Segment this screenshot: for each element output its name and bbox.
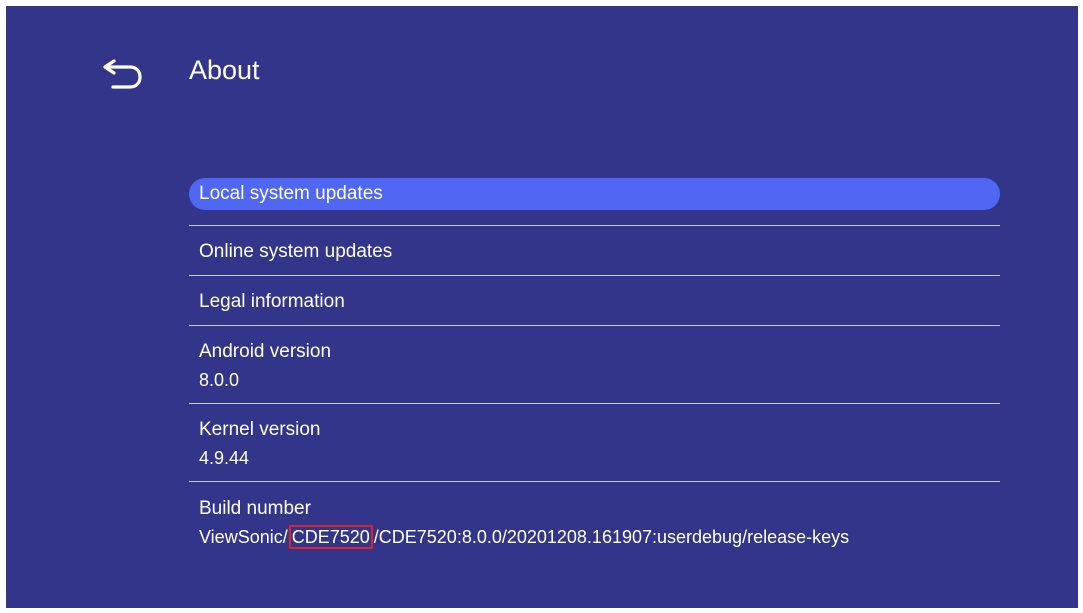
android-version-label: Android version	[199, 341, 332, 362]
android-version-item[interactable]: Android version 8.0.0	[189, 326, 1000, 404]
about-menu: Local system updates Online system updat…	[189, 178, 1000, 562]
legal-information-label: Legal information	[199, 291, 345, 312]
android-version-value: 8.0.0	[199, 370, 240, 390]
build-number-suffix: /CDE7520:8.0.0/20201208.161907:userdebug…	[373, 527, 850, 547]
settings-screen: About Local system updates Online system…	[6, 6, 1078, 608]
local-system-updates-label: Local system updates	[199, 183, 383, 204]
build-number-value: ViewSonic/CDE7520/CDE7520:8.0.0/20201208…	[199, 525, 1000, 549]
build-number-item[interactable]: Build number ViewSonic/CDE7520/CDE7520:8…	[189, 482, 1000, 562]
page-title: About	[189, 55, 260, 85]
online-system-updates-label: Online system updates	[199, 241, 393, 262]
build-number-label: Build number	[199, 498, 311, 519]
online-system-updates-item[interactable]: Online system updates	[189, 226, 1000, 276]
back-button[interactable]	[100, 54, 146, 100]
build-number-highlight-box: CDE7520	[288, 525, 373, 549]
kernel-version-value: 4.9.44	[199, 448, 250, 468]
back-arrow-icon	[103, 59, 142, 89]
legal-information-item[interactable]: Legal information	[189, 276, 1000, 326]
build-number-prefix: ViewSonic/	[199, 527, 288, 547]
kernel-version-item[interactable]: Kernel version 4.9.44	[189, 404, 1000, 482]
local-system-updates-item[interactable]: Local system updates	[189, 178, 1000, 226]
kernel-version-label: Kernel version	[199, 419, 321, 440]
